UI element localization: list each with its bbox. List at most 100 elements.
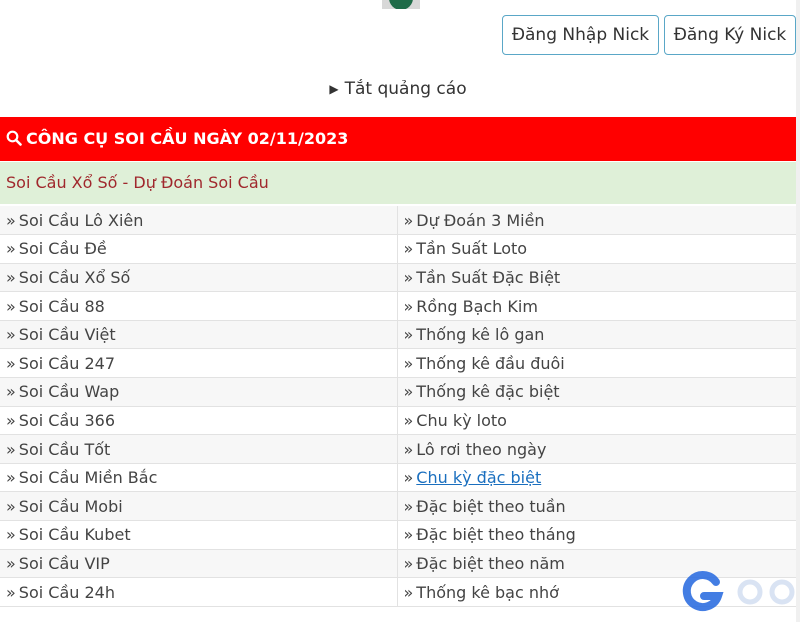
ad-toggle-label: Tắt quảng cáo bbox=[344, 79, 467, 99]
nav-link[interactable]: Đặc biệt theo năm bbox=[416, 554, 565, 573]
raquo-icon: » bbox=[403, 582, 414, 602]
table-row: » Soi Cầu Lô Xiên» Dự Đoán 3 Miền bbox=[0, 206, 796, 236]
table-cell: » Đặc biệt theo tuần bbox=[397, 491, 796, 522]
nav-link[interactable]: Lô rơi theo ngày bbox=[416, 440, 546, 459]
nav-link[interactable]: Đặc biệt theo tuần bbox=[416, 497, 565, 516]
table-row: » Soi Cầu Miền Bắc» Chu kỳ đặc biệt bbox=[0, 463, 796, 493]
table-cell: » Soi Cầu 247 bbox=[0, 348, 398, 379]
nav-link[interactable]: Soi Cầu Lô Xiên bbox=[19, 211, 144, 230]
raquo-icon: » bbox=[6, 496, 16, 516]
table-cell: » Soi Cầu Lô Xiên bbox=[0, 206, 398, 236]
table-cell: » Soi Cầu Đề bbox=[0, 234, 398, 264]
nav-link[interactable]: Soi Cầu 88 bbox=[19, 297, 105, 316]
raquo-icon: » bbox=[403, 439, 414, 459]
table-cell: » Đặc biệt theo tháng bbox=[397, 520, 796, 550]
table-row: » Soi Cầu VIP» Đặc biệt theo năm bbox=[0, 549, 796, 579]
raquo-icon: » bbox=[6, 582, 16, 602]
table-cell: » Lô rơi theo ngày bbox=[397, 434, 796, 464]
nav-link[interactable]: Chu kỳ đặc biệt bbox=[416, 468, 541, 487]
raquo-icon: » bbox=[403, 496, 414, 516]
raquo-icon: » bbox=[403, 325, 414, 345]
raquo-icon: » bbox=[403, 382, 414, 402]
raquo-icon: » bbox=[403, 468, 414, 488]
nav-link[interactable]: Soi Cầu 366 bbox=[19, 411, 115, 430]
raquo-icon: » bbox=[6, 267, 16, 287]
table-cell: » Thống kê đầu đuôi bbox=[397, 348, 796, 379]
ad-toggle[interactable]: ▶ Tắt quảng cáo bbox=[0, 77, 796, 101]
raquo-icon: » bbox=[403, 267, 414, 287]
nav-link[interactable]: Soi Cầu VIP bbox=[19, 554, 110, 573]
top-avatar-icon[interactable] bbox=[382, 0, 420, 9]
raquo-icon: » bbox=[6, 553, 16, 573]
nav-link[interactable]: Soi Cầu Miền Bắc bbox=[19, 468, 158, 487]
nav-link[interactable]: Soi Cầu 247 bbox=[19, 354, 115, 373]
raquo-icon: » bbox=[403, 353, 414, 373]
raquo-icon: » bbox=[6, 239, 16, 259]
table-cell: » Thống kê đặc biệt bbox=[397, 377, 796, 407]
raquo-icon: » bbox=[6, 296, 16, 316]
nav-link[interactable]: Dự Đoán 3 Miền bbox=[416, 211, 544, 230]
table-cell: » Soi Cầu 88 bbox=[0, 291, 398, 321]
table-row: » Soi Cầu 24h» Thống kê bạc nhớ bbox=[0, 577, 796, 607]
table-row: » Soi Cầu Tốt» Lô rơi theo ngày bbox=[0, 434, 796, 464]
table-cell: » Rồng Bạch Kim bbox=[397, 291, 796, 321]
raquo-icon: » bbox=[403, 525, 414, 545]
table-row: » Soi Cầu 366» Chu kỳ loto bbox=[0, 406, 796, 436]
nav-link[interactable]: Thống kê đặc biệt bbox=[416, 382, 559, 401]
table-cell: » Soi Cầu VIP bbox=[0, 549, 398, 579]
raquo-icon: » bbox=[403, 296, 414, 316]
table-cell: » Soi Cầu 366 bbox=[0, 406, 398, 436]
table-cell: » Tần Suất Đặc Biệt bbox=[397, 263, 796, 293]
brand-watermark bbox=[682, 571, 795, 612]
table-cell: » Soi Cầu Xổ Số bbox=[0, 263, 398, 293]
raquo-icon: » bbox=[403, 210, 414, 230]
table-cell: » Soi Cầu Tốt bbox=[0, 434, 398, 464]
nav-link[interactable]: Thống kê đầu đuôi bbox=[416, 354, 564, 373]
table-cell: » Chu kỳ đặc biệt bbox=[397, 463, 796, 493]
nav-link[interactable]: Soi Cầu Mobi bbox=[19, 497, 123, 516]
nav-link[interactable]: Soi Cầu Xổ Số bbox=[19, 268, 130, 287]
table-cell: » Soi Cầu 24h bbox=[0, 577, 398, 607]
table-cell: » Soi Cầu Mobi bbox=[0, 491, 398, 522]
table-cell: » Soi Cầu Việt bbox=[0, 320, 398, 350]
table-row: » Soi Cầu Kubet» Đặc biệt theo tháng bbox=[0, 520, 796, 550]
nav-link[interactable]: Soi Cầu Wap bbox=[19, 382, 119, 401]
nav-link[interactable]: Soi Cầu Tốt bbox=[19, 440, 111, 459]
nav-link[interactable]: Soi Cầu 24h bbox=[19, 583, 115, 602]
table-row: » Soi Cầu 247» Thống kê đầu đuôi bbox=[0, 348, 796, 379]
table-row: » Soi Cầu 88» Rồng Bạch Kim bbox=[0, 291, 796, 321]
table-cell: » Soi Cầu Kubet bbox=[0, 520, 398, 550]
table-row: » Soi Cầu Wap» Thống kê đặc biệt bbox=[0, 377, 796, 407]
raquo-icon: » bbox=[6, 410, 16, 430]
table-cell: » Soi Cầu Miền Bắc bbox=[0, 463, 398, 493]
nav-link[interactable]: Thống kê bạc nhớ bbox=[416, 583, 559, 602]
table-row: » Soi Cầu Xổ Số» Tần Suất Đặc Biệt bbox=[0, 263, 796, 293]
raquo-icon: » bbox=[6, 468, 16, 488]
brand-g-logo bbox=[682, 571, 795, 612]
scrollbar[interactable] bbox=[796, 0, 800, 622]
nav-link[interactable]: Soi Cầu Đề bbox=[19, 239, 107, 258]
nav-link[interactable]: Rồng Bạch Kim bbox=[416, 297, 538, 316]
table-row: » Soi Cầu Việt» Thống kê lô gan bbox=[0, 320, 796, 350]
tool-header: CÔNG CỤ SOI CẦU NGÀY 02/11/2023 bbox=[0, 117, 796, 161]
nav-link[interactable]: Soi Cầu Kubet bbox=[19, 525, 131, 544]
raquo-icon: » bbox=[6, 210, 16, 230]
table-cell: » Thống kê lô gan bbox=[397, 320, 796, 350]
nav-link[interactable]: Tần Suất Đặc Biệt bbox=[416, 268, 560, 287]
login-button[interactable]: Đăng Nhập Nick bbox=[502, 15, 659, 55]
nav-link[interactable]: Thống kê lô gan bbox=[416, 325, 544, 344]
nav-link[interactable]: Đặc biệt theo tháng bbox=[416, 525, 576, 544]
nav-link[interactable]: Soi Cầu Việt bbox=[19, 325, 116, 344]
table-cell: » Chu kỳ loto bbox=[397, 406, 796, 436]
table-cell: » Dự Đoán 3 Miền bbox=[397, 206, 796, 236]
raquo-icon: » bbox=[6, 382, 16, 402]
nav-link[interactable]: Chu kỳ loto bbox=[416, 411, 507, 430]
raquo-icon: » bbox=[6, 353, 16, 373]
nav-link[interactable]: Tần Suất Loto bbox=[416, 239, 527, 258]
tool-subheader: Soi Cầu Xổ Số - Dự Đoán Soi Cầu bbox=[0, 162, 796, 204]
raquo-icon: » bbox=[403, 239, 414, 259]
table-row: » Soi Cầu Mobi» Đặc biệt theo tuần bbox=[0, 491, 796, 522]
raquo-icon: » bbox=[6, 525, 16, 545]
register-button[interactable]: Đăng Ký Nick bbox=[664, 15, 796, 55]
raquo-icon: » bbox=[403, 553, 414, 573]
